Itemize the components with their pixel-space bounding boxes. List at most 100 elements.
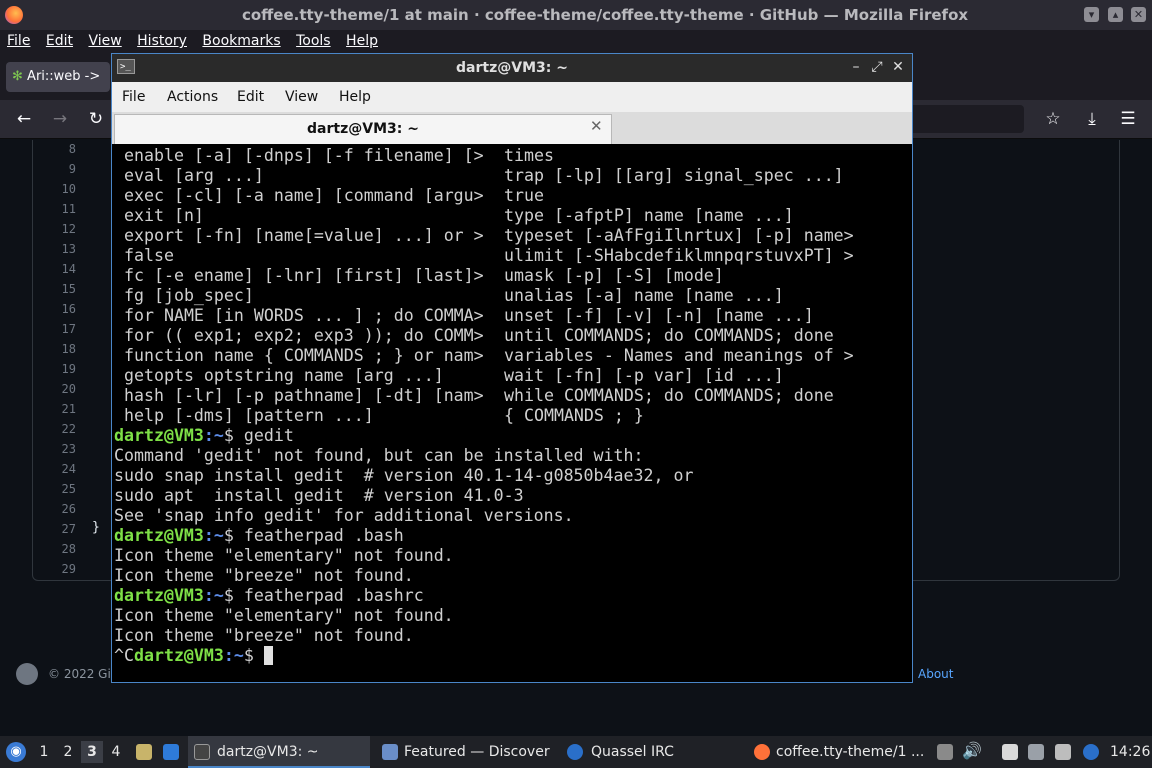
terminal-menubar: File Actions Edit View Help [112, 82, 912, 112]
task-discover[interactable]: Featured — Discover [376, 736, 556, 768]
url-bar[interactable] [900, 105, 1024, 133]
prompt-sign: $ [243, 646, 264, 665]
line-number: 12 [61, 222, 76, 236]
minimize-icon[interactable]: ▾ [1084, 7, 1099, 22]
help-line: type [-afptP] name [name ...] [504, 206, 794, 225]
code-brace: } [92, 520, 100, 535]
help-line: help [-dms] [pattern ...] [124, 406, 374, 425]
menu-edit[interactable]: Edit [46, 33, 73, 49]
github-logo-icon[interactable] [16, 663, 38, 685]
terminal-output[interactable]: enable [-a] [-dnps] [-f filename] [> eva… [112, 146, 911, 682]
output-line: Icon theme "elementary" not found. [114, 546, 454, 565]
prompt-user: dartz@VM3 [133, 646, 224, 665]
start-menu-icon[interactable]: ◉ [6, 742, 26, 762]
menu-hamburger-icon[interactable]: ☰ [1114, 105, 1142, 133]
prompt-user: dartz@VM3 [114, 426, 204, 445]
terminal-menu-view[interactable]: View [285, 82, 318, 112]
maximize-icon[interactable]: ▴ [1108, 7, 1123, 22]
help-line: wait [-fn] [-p var] [id ...] [504, 366, 784, 385]
tab-label: Ari::web -> [27, 69, 101, 84]
show-desktop-icon[interactable] [163, 744, 179, 760]
clock[interactable]: 14:26 [1110, 736, 1150, 768]
line-number: 19 [61, 362, 76, 376]
workspace-2[interactable]: 2 [57, 741, 79, 763]
terminal-tab[interactable]: dartz@VM3: ~ [114, 114, 612, 144]
prompt-path: :~ [223, 646, 244, 665]
help-line: true [504, 186, 544, 205]
help-line: variables - Names and meanings of > [504, 346, 854, 365]
clipboard-icon[interactable] [937, 744, 953, 760]
terminal-menu-file[interactable]: File [122, 82, 145, 112]
line-number: 15 [61, 282, 76, 296]
file-manager-icon[interactable] [136, 744, 152, 760]
menu-help[interactable]: Help [346, 33, 378, 49]
prompt-sign: $ [223, 586, 244, 605]
terminal-menu-actions[interactable]: Actions [167, 82, 218, 112]
notes-icon[interactable] [1002, 744, 1018, 760]
bookmark-star-icon[interactable]: ☆ [1039, 105, 1067, 133]
terminal-minimize-icon[interactable]: – [846, 57, 866, 77]
help-line: getopts optstring name [arg ...] [124, 366, 444, 385]
workspace-4[interactable]: 4 [105, 741, 127, 763]
help-line: trap [-lp] [[arg] signal_spec ...] [504, 166, 844, 185]
volume-icon[interactable]: 🔊 [962, 741, 982, 760]
line-number: 18 [61, 342, 76, 356]
close-icon[interactable]: ✕ [1131, 7, 1146, 22]
downloads-icon[interactable]: ⤓ [1078, 105, 1106, 133]
browser-tab[interactable]: ✻ Ari::web -> [6, 62, 110, 92]
menu-view[interactable]: View [88, 33, 121, 49]
help-line: exec [-cl] [-a name] [command [argu> [124, 186, 484, 205]
terminal-close-icon[interactable]: ✕ [888, 57, 908, 77]
command-text: gedit [243, 426, 294, 445]
terminal-menu-edit[interactable]: Edit [237, 82, 264, 112]
help-line: exit [n] [124, 206, 204, 225]
help-line: typeset [-aAfFgiIlnrtux] [-p] name> [504, 226, 854, 245]
menu-file[interactable]: File [7, 33, 30, 49]
menu-tools[interactable]: Tools [296, 33, 331, 49]
task-quassel[interactable]: Quassel IRC [562, 736, 732, 768]
line-number: 26 [61, 502, 76, 516]
footer-about-link[interactable]: About [918, 667, 953, 681]
prompt-sign: $ [223, 426, 244, 445]
forward-icon[interactable]: → [46, 105, 74, 133]
quassel-icon [567, 744, 583, 760]
task-firefox[interactable]: coffee.tty-theme/1 ... [750, 736, 930, 768]
task-terminal[interactable]: dartz@VM3: ~ [188, 736, 370, 768]
back-icon[interactable]: ← [10, 105, 38, 133]
display-icon[interactable] [1028, 744, 1044, 760]
keyboard-icon[interactable] [1055, 744, 1071, 760]
help-line: until COMMANDS; do COMMANDS; done [504, 326, 834, 345]
line-number: 28 [61, 542, 76, 556]
help-line: times [504, 146, 554, 165]
tab-favicon-icon: ✻ [12, 69, 23, 84]
terminal-task-icon [194, 744, 210, 760]
line-number: 20 [61, 382, 76, 396]
line-number: 23 [61, 442, 76, 456]
line-number: 13 [61, 242, 76, 256]
help-line: ulimit [-SHabcdefiklmnpqrstuvxPT] > [504, 246, 854, 265]
prompt-line: dartz@VM3:~$ gedit [114, 426, 294, 446]
reload-icon[interactable]: ↻ [82, 105, 110, 133]
terminal-menu-help[interactable]: Help [339, 82, 371, 112]
current-prompt-line[interactable]: ^Cdartz@VM3:~$ [114, 646, 273, 666]
tab-close-icon[interactable]: ✕ [590, 117, 603, 135]
help-line: fc [-e ename] [-lnr] [first] [last]> [124, 266, 484, 285]
firefox-menubar: File Edit View History Bookmarks Tools H… [0, 30, 1152, 54]
prompt-user: dartz@VM3 [114, 586, 204, 605]
menu-bookmarks[interactable]: Bookmarks [202, 33, 280, 49]
output-line: Icon theme "elementary" not found. [114, 606, 454, 625]
terminal-maximize-icon[interactable]: ⤢ [867, 57, 887, 77]
command-text: featherpad .bashrc [243, 586, 424, 605]
line-number: 29 [61, 562, 76, 576]
help-line: hash [-lr] [-p pathname] [-dt] [nam> [124, 386, 484, 405]
prompt-path: :~ [203, 526, 224, 545]
menu-history[interactable]: History [137, 33, 187, 49]
workspace-1[interactable]: 1 [33, 741, 55, 763]
network-icon[interactable] [1083, 744, 1099, 760]
workspace-3[interactable]: 3 [81, 741, 103, 763]
task-label: coffee.tty-theme/1 ... [776, 744, 925, 760]
line-number: 24 [61, 462, 76, 476]
line-number: 21 [61, 402, 76, 416]
line-number: 17 [61, 322, 76, 336]
output-line: sudo apt install gedit # version 41.0-3 [114, 486, 524, 505]
